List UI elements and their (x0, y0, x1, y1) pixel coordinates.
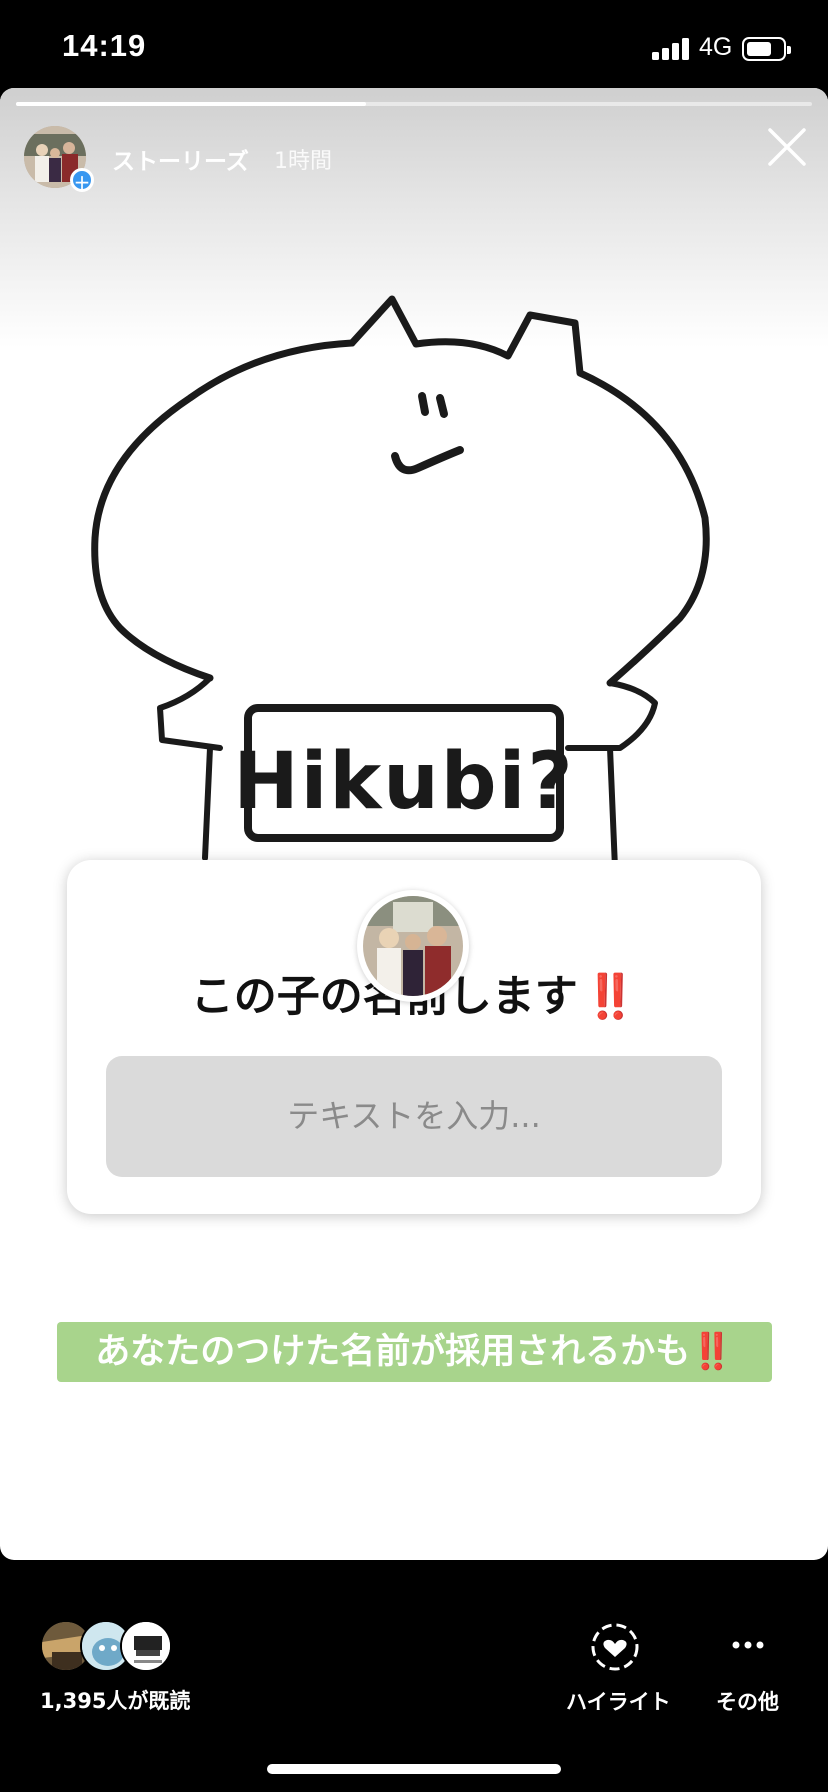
drawing-text: Hikubi? (233, 737, 574, 827)
home-indicator[interactable] (267, 1764, 561, 1774)
viewer-avatars[interactable] (40, 1620, 190, 1672)
status-time: 14:19 (62, 28, 147, 63)
story-time-ago: 1時間 (274, 149, 332, 174)
profile-avatar[interactable]: + (24, 126, 94, 193)
more-label[interactable]: その他 (716, 1686, 779, 1716)
story-username[interactable]: ストーリーズ (112, 142, 249, 176)
answer-input[interactable]: テキストを入力... (106, 1056, 722, 1177)
viewer-count[interactable]: 1,395人が既読 (40, 1685, 190, 1715)
highlight-label[interactable]: ハイライト (566, 1686, 671, 1716)
status-bar: 14:19 4G (0, 0, 828, 88)
signal-icon (652, 38, 692, 60)
story-progress-bar (16, 102, 812, 106)
more-icon[interactable] (712, 1625, 784, 1665)
story-caption: あなたのつけた名前が採用されるかも‼️ (57, 1322, 772, 1382)
highlight-icon[interactable] (560, 1615, 670, 1685)
story-view[interactable]: + ストーリーズ 1時間 Hikubi? この子の名前します ‼️ テキストを入力… (0, 88, 828, 1560)
viewer-avatar (120, 1620, 172, 1672)
close-icon[interactable] (764, 124, 810, 170)
battery-icon (742, 37, 791, 61)
add-story-icon[interactable]: + (70, 168, 94, 193)
sticker-avatar (357, 890, 469, 1002)
network-type: 4G (699, 33, 733, 61)
